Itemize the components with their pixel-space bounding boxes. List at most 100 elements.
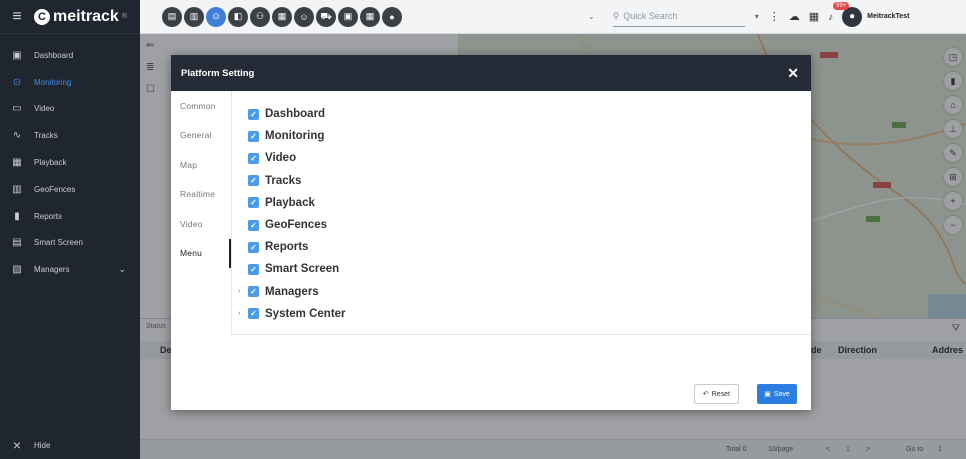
tab-map[interactable]: Map [171,150,231,180]
checkbox[interactable]: ✓ [248,308,259,320]
sidebar-item-playback[interactable]: ▦ Playback [0,149,140,176]
sidebar-item-geofences[interactable]: ▥ GeoFences [0,176,140,203]
notification-badge: 99+ [833,1,850,10]
reset-label: Reset [711,390,730,398]
sidebar-item-icon: ▮ [14,210,20,222]
permission-label: Monitoring [265,130,325,143]
checkbox[interactable]: ✓ [248,152,259,164]
expand-arrow-icon[interactable]: › [238,310,248,317]
permission-item-monitoring: ✓ Monitoring [248,125,811,147]
sidebar-item-icon: ▣ [12,49,22,61]
checkbox[interactable]: ✓ [248,219,259,231]
notification-button[interactable]: ♪ 99+ [828,1,850,23]
toolbar-button-7[interactable]: ☺ [294,6,314,27]
save-label: Save [773,390,790,398]
tab-menu[interactable]: Menu [171,238,231,268]
undo-icon: ↶ [702,391,709,398]
toolbar: ▤ ▥ ⊙ ◧ ⚇ ▦ ☺ ⛟ ▣ ▦ ● [162,6,402,27]
sidebar-item-icon: ▦ [12,157,22,169]
permission-label: Playback [265,196,315,209]
sidebar-item-smart-screen[interactable]: ▤ Smart Screen [0,230,140,257]
sidebar-menu: ▣ Dashboard ⊙ Monitoring ▭ Video ∿ Tracks ▦ Playb… [0,34,140,283]
permission-label: Video [265,152,297,165]
avatar[interactable]: ● [842,6,863,27]
bell-icon: ♪ [828,11,834,23]
permission-item-playback: ✓ Playback [248,192,811,214]
grid-icon[interactable]: ▦ [809,10,819,23]
sidebar-item-monitoring[interactable]: ⊙ Monitoring [0,69,140,96]
permission-label: System Center [265,307,346,320]
topbar: ▤ ▥ ⊙ ◧ ⚇ ▦ ☺ ⛟ ▣ ▦ ● ⌄ ⚲ Quick Search ▾ ⋮ ☁ ▦ ♪ 9… [140,0,966,34]
permission-label: Reports [265,241,309,254]
sidebar-hide-button[interactable]: × Hide [0,431,140,459]
more-icon[interactable]: ⋮ [769,10,780,23]
checkbox[interactable]: ✓ [248,175,259,187]
search-input[interactable]: ⚲ Quick Search [612,7,745,27]
dialog-footer: ↶ Reset ▣ Save [171,380,811,410]
checkbox[interactable]: ✓ [248,263,259,275]
username[interactable]: MeitrackTest [867,13,909,20]
close-button[interactable]: ✕ [787,65,799,82]
sidebar-item-label: Video [34,104,55,114]
chevron-down-icon[interactable]: ⌄ [588,12,595,21]
sidebar-item-managers[interactable]: ▧ Managers ⌄ [0,256,140,283]
toolbar-button-10[interactable]: ▦ [360,6,380,27]
permission-label: Dashboard [265,108,326,121]
toolbar-button-11[interactable]: ● [382,6,402,27]
save-button[interactable]: ▣ Save [757,384,797,404]
search-type-caret-icon[interactable]: ▾ [755,12,759,21]
search-placeholder: Quick Search [623,11,678,21]
checkbox[interactable]: ✓ [248,286,259,298]
sidebar-item-label: Reports [34,211,63,221]
sidebar-item-icon: ▥ [12,183,22,195]
dialog-title: Platform Setting [181,67,255,79]
dialog-header: Platform Setting ✕ [171,55,811,91]
sidebar-item-label: Dashboard [34,50,74,60]
permission-item-tracks: ✓ Tracks [248,170,811,192]
sidebar-item-label: Smart Screen [34,238,83,248]
toolbar-button-2[interactable]: ▥ [184,6,204,27]
sidebar-item-icon: ▤ [12,237,22,249]
sidebar-item-video[interactable]: ▭ Video [0,96,140,123]
toolbar-button-6[interactable]: ▦ [272,6,292,27]
sidebar-item-dashboard[interactable]: ▣ Dashboard [0,42,140,69]
sidebar-item-icon: ∿ [12,130,22,142]
sidebar-item-label: Tracks [34,131,58,141]
toolbar-button-4[interactable]: ◧ [228,6,248,27]
permission-label: GeoFences [265,219,327,232]
sidebar-item-tracks[interactable]: ∿ Tracks [0,122,140,149]
app: ≡ C meitrack ® ▣ Dashboard ⊙ Monitoring ▭ Vide… [0,0,966,459]
platform-setting-dialog: Platform Setting ✕ Common General Map Realt… [171,55,811,410]
logo: C meitrack ® [34,8,127,26]
permission-item-smart-screen: ✓ Smart Screen [248,258,811,280]
tab-general[interactable]: General [171,121,231,151]
toolbar-button-1[interactable]: ▤ [162,6,182,27]
save-icon: ▣ [764,391,771,398]
dialog-body: ✓ Dashboard ✓ Monitoring ✓ Video ✓ Tracks ✓ Playb… [231,91,811,335]
logo-sup: ® [121,13,127,20]
toolbar-button-9[interactable]: ▣ [338,6,358,27]
permission-item-system-center: › ✓ System Center [238,303,811,325]
toolbar-button-3[interactable]: ⊙ [206,6,226,27]
sidebar-header: ≡ C meitrack ® [0,0,140,34]
sidebar-item-label: Monitoring [34,77,72,87]
tab-realtime[interactable]: Realtime [171,180,231,210]
checkbox[interactable]: ✓ [248,197,259,209]
sidebar-item-reports[interactable]: ▮ Reports [0,203,140,230]
toolbar-button-5[interactable]: ⚇ [250,6,270,27]
sidebar-item-icon: ▭ [12,103,22,115]
menu-icon[interactable]: ≡ [0,8,34,26]
tab-common[interactable]: Common [171,91,231,121]
sidebar-item-label: Playback [34,158,67,168]
dialog-tabs: Common General Map Realtime Video Menu [171,91,231,268]
toolbar-button-8[interactable]: ⛟ [316,6,336,27]
checkbox[interactable]: ✓ [248,130,259,142]
sidebar-item-label: Managers [34,265,70,275]
cloud-icon[interactable]: ☁ [789,10,800,23]
logo-text: meitrack [53,7,119,25]
tab-video[interactable]: Video [171,209,231,239]
checkbox[interactable]: ✓ [248,108,259,120]
expand-arrow-icon[interactable]: › [238,288,248,295]
checkbox[interactable]: ✓ [248,241,259,253]
reset-button[interactable]: ↶ Reset [693,384,739,404]
